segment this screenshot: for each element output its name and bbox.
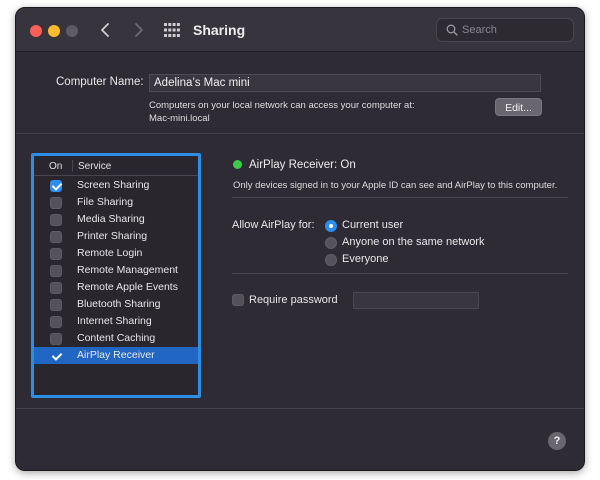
service-checkbox[interactable] (50, 248, 62, 260)
service-label: AirPlay Receiver (77, 349, 155, 361)
service-label: Bluetooth Sharing (77, 298, 161, 310)
service-checkbox[interactable] (50, 316, 62, 328)
edit-button[interactable]: Edit... (495, 98, 542, 116)
service-row[interactable]: Remote Management (34, 262, 198, 279)
search-icon (446, 24, 458, 36)
service-row[interactable]: Media Sharing (34, 211, 198, 228)
service-label: Remote Apple Events (77, 281, 178, 293)
service-checkbox[interactable] (50, 299, 62, 311)
show-all-grid-icon[interactable] (164, 23, 180, 37)
service-label: Screen Sharing (77, 179, 150, 191)
password-field[interactable] (353, 292, 479, 309)
allow-airplay-option-label[interactable]: Current user (342, 219, 403, 231)
network-address-note: Computers on your local network can acce… (149, 99, 415, 125)
service-list-header: On Service (34, 156, 198, 176)
minimize-window-button[interactable] (48, 25, 60, 37)
service-checkbox[interactable] (50, 180, 62, 192)
service-row[interactable]: Printer Sharing (34, 228, 198, 245)
allow-airplay-option-label[interactable]: Anyone on the same network (342, 236, 484, 248)
allow-airplay-radio[interactable] (325, 220, 337, 232)
search-input[interactable] (462, 22, 567, 38)
service-list[interactable]: On Service Screen Sharing File Sharing Med… (31, 153, 201, 398)
service-row[interactable]: Internet Sharing (34, 313, 198, 330)
title-bar: Sharing (16, 8, 584, 52)
service-checkbox[interactable] (50, 333, 62, 345)
status-indicator-dot (233, 160, 242, 169)
column-header-on[interactable]: On (49, 161, 62, 172)
service-checkbox[interactable] (50, 231, 62, 243)
service-checkbox[interactable] (50, 282, 62, 294)
computer-name-label: Computer Name: (56, 76, 144, 88)
network-address-note-line: Computers on your local network can acce… (149, 100, 415, 111)
service-checkbox[interactable] (50, 350, 62, 362)
service-row[interactable]: Content Caching (34, 330, 198, 347)
service-label: Content Caching (77, 332, 156, 344)
computer-name-field[interactable] (149, 74, 541, 92)
window-title: Sharing (193, 22, 246, 38)
close-window-button[interactable] (30, 25, 42, 37)
computer-name-section: Computer Name: Computers on your local n… (16, 53, 584, 134)
service-status-description: Only devices signed in to your Apple ID … (233, 180, 558, 191)
service-checkbox[interactable] (50, 214, 62, 226)
service-row[interactable]: Remote Apple Events (34, 279, 198, 296)
service-label: File Sharing (77, 196, 134, 208)
divider (232, 273, 568, 274)
forward-chevron-icon[interactable] (128, 20, 148, 40)
sharing-window: Sharing Computer Name: Computers on your… (15, 7, 585, 471)
service-checkbox[interactable] (50, 197, 62, 209)
service-row[interactable]: AirPlay Receiver (34, 347, 198, 364)
service-label: Remote Management (77, 264, 178, 276)
service-row[interactable]: Bluetooth Sharing (34, 296, 198, 313)
service-row[interactable]: Screen Sharing (34, 177, 198, 194)
service-row[interactable]: File Sharing (34, 194, 198, 211)
service-checkbox[interactable] (50, 265, 62, 277)
service-label: Printer Sharing (77, 230, 148, 242)
require-password-label: Require password (249, 294, 338, 306)
allow-airplay-label: Allow AirPlay for: (232, 219, 315, 231)
divider (232, 197, 568, 198)
column-divider (72, 160, 73, 172)
service-label: Media Sharing (77, 213, 145, 225)
column-header-service[interactable]: Service (78, 161, 111, 172)
bottom-divider (16, 408, 584, 409)
help-button[interactable]: ? (548, 432, 566, 450)
service-status-title: AirPlay Receiver: On (249, 159, 356, 171)
require-password-checkbox[interactable] (232, 294, 244, 306)
allow-airplay-radio[interactable] (325, 254, 337, 266)
service-row[interactable]: Remote Login (34, 245, 198, 262)
allow-airplay-option-label[interactable]: Everyone (342, 253, 388, 265)
service-label: Internet Sharing (77, 315, 152, 327)
search-field[interactable] (436, 18, 574, 42)
zoom-window-button[interactable] (66, 25, 78, 37)
allow-airplay-radio[interactable] (325, 237, 337, 249)
service-label: Remote Login (77, 247, 143, 259)
back-chevron-icon[interactable] (96, 20, 116, 40)
local-hostname: Mac-mini.local (149, 113, 210, 124)
